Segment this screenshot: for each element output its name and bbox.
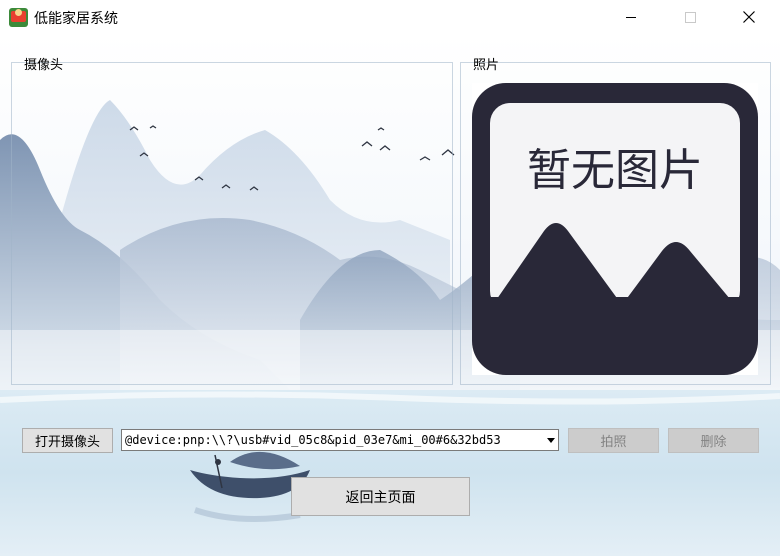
capture-button[interactable]: 拍照 [568, 428, 659, 453]
no-image-text: 暂无图片 [527, 145, 703, 196]
title-bar: 低能家居系统 [0, 0, 780, 34]
maximize-icon [684, 11, 696, 23]
camera-group [11, 62, 453, 385]
close-button[interactable] [726, 0, 772, 34]
window-title: 低能家居系统 [34, 11, 118, 27]
maximize-button[interactable] [667, 0, 713, 34]
no-image-icon: 暂无图片 [472, 83, 758, 375]
chevron-down-icon[interactable] [544, 437, 558, 443]
minimize-button[interactable] [608, 0, 654, 34]
delete-button[interactable]: 删除 [668, 428, 759, 453]
back-home-button[interactable]: 返回主页面 [291, 477, 470, 516]
close-icon [743, 11, 755, 23]
camera-device-value: @device:pnp:\\?\usb#vid_05c8&pid_03e7&mi… [125, 433, 501, 447]
photo-group-title: 照片 [473, 58, 500, 73]
app-icon [9, 8, 28, 27]
camera-device-select[interactable]: @device:pnp:\\?\usb#vid_05c8&pid_03e7&mi… [121, 429, 559, 451]
minimize-icon [626, 16, 636, 18]
no-image-placeholder: 暂无图片 [472, 83, 758, 375]
open-camera-button[interactable]: 打开摄像头 [22, 428, 113, 453]
camera-group-title: 摄像头 [24, 58, 64, 73]
